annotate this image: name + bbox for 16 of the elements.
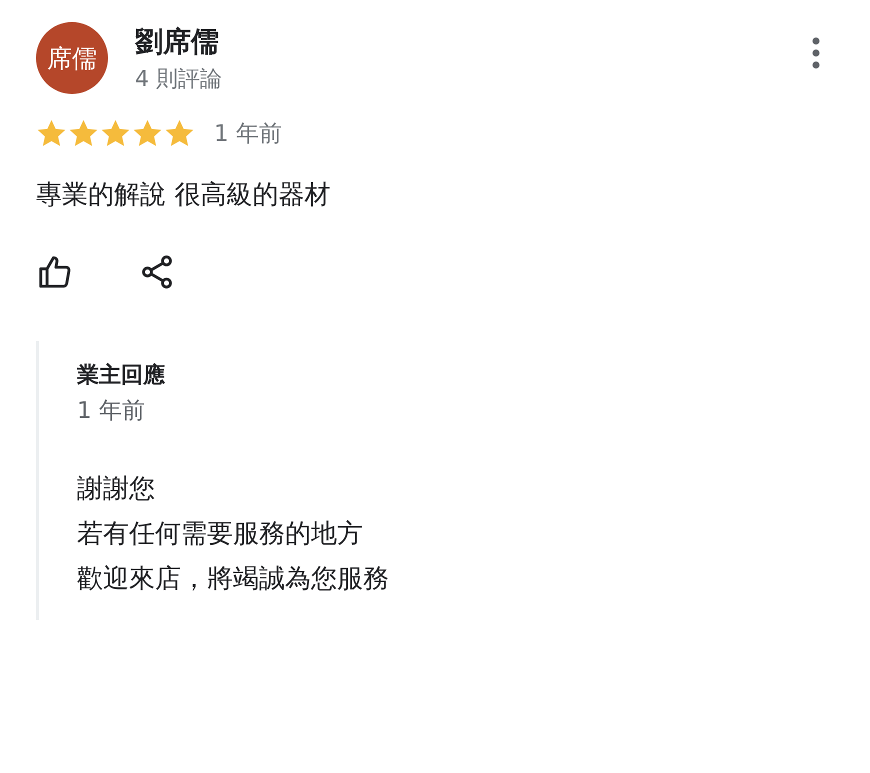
reply-time: 1 年前: [77, 397, 146, 426]
star-icon: [100, 118, 131, 149]
star-icon: [68, 118, 99, 149]
avatar: 席儒: [36, 22, 108, 94]
star-icon: [164, 118, 195, 149]
star-icon: [36, 118, 67, 149]
reply-text-line: 謝謝您: [77, 473, 156, 506]
review-text: 專業的解說 很高級的器材: [36, 179, 332, 212]
reply-text-line: 若有任何需要服務的地方: [77, 518, 364, 551]
star-icon: [132, 118, 163, 149]
reply-text-line: 歡迎來店，將竭誠為您服務: [77, 563, 390, 596]
more-options-icon[interactable]: [810, 36, 822, 70]
review-time: 1 年前: [214, 120, 282, 149]
reviewer-name[interactable]: 劉席儒: [135, 22, 810, 62]
review-count: 4 則評論: [135, 66, 223, 94]
reply-title: 業主回應: [77, 362, 166, 390]
